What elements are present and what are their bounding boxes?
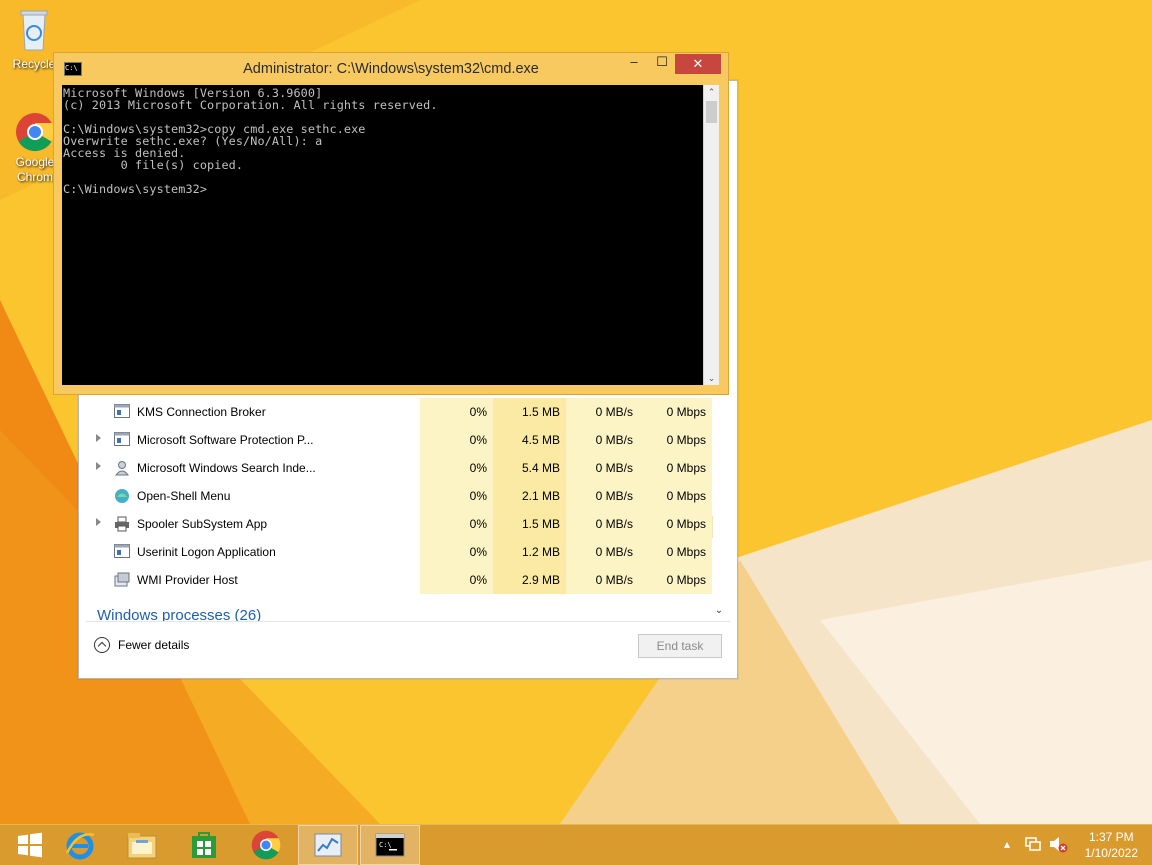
memory-cell: 1.5 MB [493,510,566,538]
scroll-up-arrow-icon[interactable]: ⌃ [704,85,719,99]
cpu-cell: 0% [420,398,493,426]
task-manager-footer: Fewer details End task [86,621,730,670]
taskbar-task-manager[interactable] [298,825,358,865]
disk-cell: 0 MB/s [566,482,639,510]
printer-icon [114,516,130,532]
memory-cell: 1.2 MB [493,538,566,566]
disk-cell: 0 MB/s [566,566,639,594]
disk-cell: 0 MB/s [566,426,639,454]
maximize-button[interactable]: ☐ [648,54,676,74]
search-indexer-icon [114,460,130,476]
process-name: Microsoft Software Protection P... [137,433,314,447]
taskbar: C:\ ▴ 1:37 PM 1/10/2022 [0,824,1152,865]
desktop-icon-label: Google Chrom [15,155,55,184]
memory-cell: 5.4 MB [493,454,566,482]
process-name: Spooler SubSystem App [137,517,268,531]
memory-cell: 1.5 MB [493,398,566,426]
fewer-details-label: Fewer details [118,638,190,652]
recycle-bin-icon [20,10,48,51]
end-task-button[interactable]: End task [638,634,722,658]
network-cell: 0 Mbps [639,566,712,594]
table-row[interactable]: WMI Provider Host 0% 2.9 MB 0 MB/s 0 Mbps [86,566,726,594]
taskbar-internet-explorer[interactable] [50,825,110,865]
table-row[interactable]: Spooler SubSystem App 0% 1.5 MB 0 MB/s 0 Mbp… [86,510,726,538]
process-name: KMS Connection Broker [137,405,266,419]
table-row[interactable]: Microsoft Software Protection P... 0% 4.5 … [86,426,726,454]
cpu-cell: 0% [420,482,493,510]
scroll-down-arrow-icon[interactable]: ⌄ [704,371,719,385]
network-cell: 0 Mbps [639,538,712,566]
cpu-cell: 0% [420,538,493,566]
scroll-thumb[interactable] [706,101,717,123]
disk-cell: 0 MB/s [566,454,639,482]
chrome-icon [16,113,55,152]
file-explorer-icon [127,833,157,859]
system-clock[interactable]: 1:37 PM 1/10/2022 [1085,829,1138,861]
internet-explorer-icon [65,832,95,860]
disk-cell: 0 MB/s [566,538,639,566]
network-cell: 0 Mbps [639,510,712,538]
cpu-cell: 0% [420,426,493,454]
task-manager-icon [314,833,342,857]
app-window-icon [114,404,130,418]
expand-arrow-icon[interactable] [96,462,101,470]
cpu-cell: 0% [420,510,493,538]
svg-text:C:\: C:\ [379,841,392,849]
memory-cell: 2.9 MB [493,566,566,594]
table-row[interactable]: Userinit Logon Application 0% 1.2 MB 0 MB/s… [86,538,726,566]
table-row[interactable]: Microsoft Windows Search Inde... 0% 5.4 MB… [86,454,726,482]
app-window-icon [114,432,130,446]
console-line: C:\Windows\system32> [63,182,208,196]
cmd-window[interactable]: C:\ Administrator: C:\Windows\system32\c… [53,52,729,395]
taskbar-chrome[interactable] [236,825,296,865]
network-cell: 0 Mbps [639,426,712,454]
store-icon [192,832,216,858]
process-list: KMS Connection Broker 0% 1.5 MB 0 MB/s 0 Mbp… [86,398,726,594]
cmd-output: Microsoft Windows [Version 6.3.9600] (c) … [62,85,703,195]
console-line: (c) 2013 Microsoft Corporation. All righ… [63,98,438,112]
memory-cell: 4.5 MB [493,426,566,454]
cmd-icon: C:\ [375,833,405,857]
shell-orb-icon [114,488,130,503]
cmd-titlebar[interactable]: C:\ Administrator: C:\Windows\system32\c… [54,53,728,83]
app-window-icon [114,544,130,558]
taskbar-store[interactable] [174,825,234,865]
chevron-up-icon [94,637,110,653]
memory-cell: 2.1 MB [493,482,566,510]
network-cell: 0 Mbps [639,398,712,426]
windows-logo-icon [18,832,42,858]
disk-cell: 0 MB/s [566,510,639,538]
process-name: Userinit Logon Application [137,545,276,559]
minimize-button[interactable]: ‒ [620,54,648,74]
cmd-console[interactable]: Microsoft Windows [Version 6.3.9600] (c) … [62,85,703,385]
volume-muted-icon[interactable] [1048,835,1068,853]
cpu-cell: 0% [420,566,493,594]
clock-date: 1/10/2022 [1084,846,1138,860]
cpu-cell: 0% [420,454,493,482]
scroll-down-arrow-icon[interactable]: ⌄ [712,604,726,618]
network-cell: 0 Mbps [639,482,712,510]
close-button[interactable]: ✕ [675,54,721,74]
wmi-icon [114,572,130,587]
chrome-icon [251,830,281,860]
network-icon[interactable] [1024,835,1042,853]
show-hidden-icons-arrow-icon[interactable]: ▴ [1004,837,1010,851]
taskbar-file-explorer[interactable] [112,825,172,865]
table-row[interactable]: KMS Connection Broker 0% 1.5 MB 0 MB/s 0 Mbp… [86,398,726,426]
network-cell: 0 Mbps [639,454,712,482]
expand-arrow-icon[interactable] [96,518,101,526]
process-name: WMI Provider Host [137,573,238,587]
console-line: 0 file(s) copied. [63,158,244,172]
expand-arrow-icon[interactable] [96,434,101,442]
disk-cell: 0 MB/s [566,398,639,426]
clock-time: 1:37 PM [1088,830,1134,844]
cmd-vertical-scrollbar[interactable]: ⌃ ⌄ [703,85,719,385]
table-row[interactable]: Open-Shell Menu 0% 2.1 MB 0 MB/s 0 Mbps [86,482,726,510]
fewer-details-button[interactable]: Fewer details [94,637,189,653]
taskbar-cmd[interactable]: C:\ [360,825,420,865]
process-name: Open-Shell Menu [137,489,231,503]
process-name: Microsoft Windows Search Inde... [137,461,316,475]
